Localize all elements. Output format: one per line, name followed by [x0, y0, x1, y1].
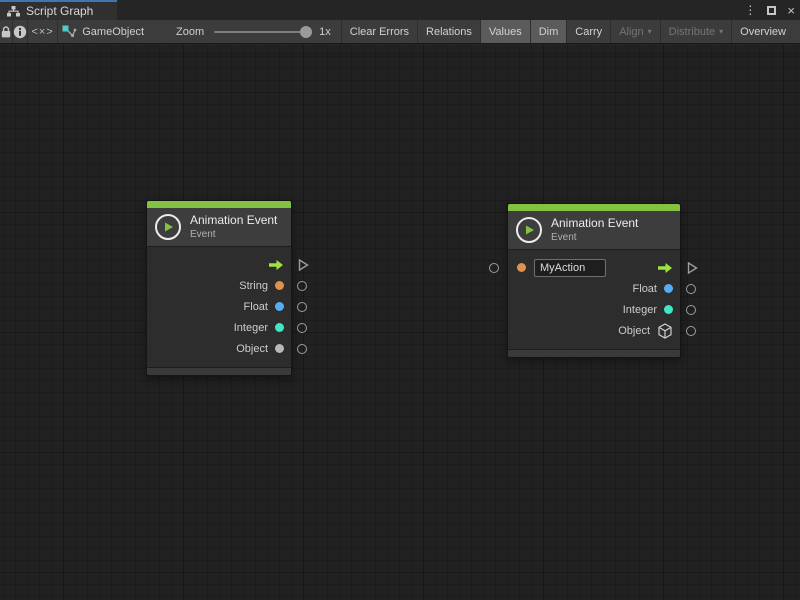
target-gameobject-label[interactable]: GameObject [82, 26, 144, 38]
node-accent-bar [147, 201, 291, 208]
carry-button[interactable]: Carry [567, 20, 611, 43]
code-preview-toggle[interactable]: <×> [28, 20, 58, 43]
clear-errors-button[interactable]: Clear Errors [342, 20, 418, 43]
node-footer [508, 349, 680, 357]
event-play-icon [155, 214, 181, 240]
flow-output-row [147, 254, 291, 275]
zoom-label: Zoom [176, 26, 204, 38]
name-input-port[interactable] [489, 263, 499, 273]
integer-type-dot [275, 323, 284, 332]
gameobject-cube-icon [657, 323, 673, 339]
output-row-object: Object [147, 338, 291, 359]
string-output-port[interactable] [297, 281, 307, 291]
chevron-down-icon: ▾ [648, 28, 652, 36]
toolbar-middle: GameObject Zoom 1x [58, 20, 342, 43]
node-footer [147, 367, 291, 375]
integer-output-port[interactable] [297, 323, 307, 333]
node-accent-bar [508, 204, 680, 211]
overview-button[interactable]: Overview [732, 20, 800, 43]
object-output-port[interactable] [297, 344, 307, 354]
window-menu-icon[interactable]: ⋮ [744, 4, 756, 16]
info-icon [13, 25, 27, 39]
node-subtitle: Event [190, 229, 277, 240]
gameobject-graph-icon [62, 25, 77, 39]
node-body: Float Integer Object [508, 249, 680, 349]
zoom-slider[interactable] [214, 31, 310, 33]
align-dropdown[interactable]: Align ▾ [611, 20, 660, 43]
event-play-icon [516, 217, 542, 243]
output-row-string: String [147, 275, 291, 296]
output-row-integer: Integer [147, 317, 291, 338]
node-title: Animation Event [190, 213, 277, 227]
output-row-float: Float [508, 278, 680, 299]
lock-icon [0, 25, 12, 39]
zoom-slider-handle[interactable] [300, 26, 312, 38]
script-graph-icon [7, 6, 20, 17]
script-graph-window: Script Graph ⋮ × <×> [0, 0, 800, 600]
distribute-dropdown[interactable]: Distribute ▾ [661, 20, 732, 43]
event-name-field[interactable] [534, 259, 606, 277]
object-type-dot [275, 344, 284, 353]
float-output-port[interactable] [297, 302, 307, 312]
output-row-float: Float [147, 296, 291, 317]
relations-button[interactable]: Relations [418, 20, 481, 43]
string-type-dot [275, 281, 284, 290]
integer-output-port[interactable] [686, 305, 696, 315]
object-output-port[interactable] [686, 326, 696, 336]
float-output-port[interactable] [686, 284, 696, 294]
code-toggle-icon: <×> [31, 26, 53, 38]
output-row-integer: Integer [508, 299, 680, 320]
node-header[interactable]: Animation Event Event [508, 211, 680, 249]
integer-type-dot [664, 305, 673, 314]
string-type-dot [517, 263, 526, 272]
flow-output-port[interactable] [298, 258, 309, 271]
tab-script-graph[interactable]: Script Graph [0, 0, 117, 20]
node-subtitle: Event [551, 232, 638, 243]
title-bar: Script Graph ⋮ × [0, 0, 800, 20]
output-row-object: Object [508, 320, 680, 341]
flow-arrow-icon [268, 259, 284, 271]
float-type-dot [664, 284, 673, 293]
maximize-icon[interactable] [767, 6, 776, 15]
node-body: String Float Integer Object [147, 246, 291, 367]
graph-toolbar: <×> GameObject Zoom 1x Clear Errors Rela… [0, 20, 800, 44]
name-input-row [508, 257, 680, 278]
zoom-value: 1x [319, 26, 331, 38]
window-controls: ⋮ × [744, 0, 795, 20]
close-icon[interactable]: × [787, 4, 795, 17]
flow-arrow-icon [657, 262, 673, 274]
animation-event-node-1[interactable]: Animation Event Event String [146, 200, 292, 376]
dim-button[interactable]: Dim [531, 20, 568, 43]
flow-output-port[interactable] [687, 261, 698, 274]
graph-canvas[interactable]: Animation Event Event String [0, 45, 800, 600]
info-button[interactable] [13, 20, 28, 43]
node-header[interactable]: Animation Event Event [147, 208, 291, 246]
node-title: Animation Event [551, 216, 638, 230]
values-button[interactable]: Values [481, 20, 531, 43]
tab-title: Script Graph [26, 4, 93, 18]
lock-button[interactable] [0, 20, 13, 43]
float-type-dot [275, 302, 284, 311]
animation-event-node-2[interactable]: Animation Event Event Float [507, 203, 681, 358]
chevron-down-icon: ▾ [719, 28, 723, 36]
